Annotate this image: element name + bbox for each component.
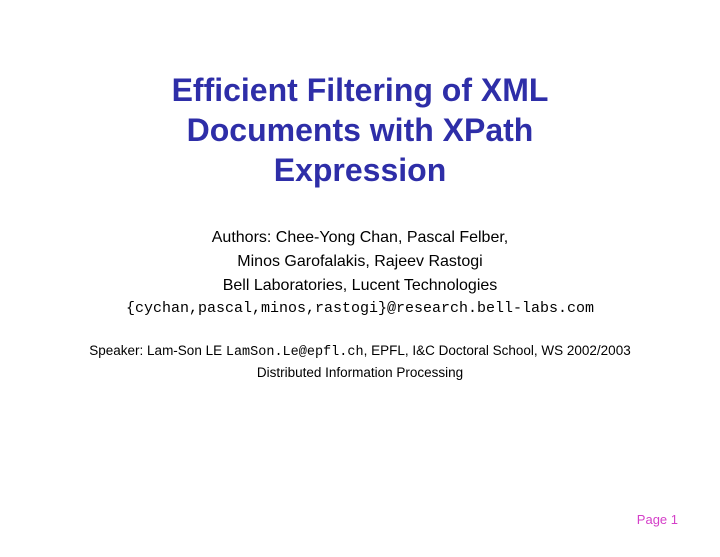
title-line-1: Efficient Filtering of XML — [50, 70, 670, 110]
slide-title: Efficient Filtering of XML Documents wit… — [50, 70, 670, 190]
speaker-prefix: Speaker: Lam-Son LE — [89, 343, 226, 358]
authors-block: Authors: Chee-Yong Chan, Pascal Felber, … — [50, 226, 670, 321]
page-number: Page 1 — [637, 512, 678, 527]
speaker-suffix: , EPFL, I&C Doctoral School, WS 2002/200… — [364, 343, 631, 358]
authors-emails: {cychan,pascal,minos,rastogi}@research.b… — [50, 298, 670, 321]
speaker-email: LamSon.Le@epfl.ch — [226, 345, 364, 360]
speaker-block: Speaker: Lam-Son LE LamSon.Le@epfl.ch, E… — [50, 341, 670, 384]
speaker-line-1: Speaker: Lam-Son LE LamSon.Le@epfl.ch, E… — [50, 341, 670, 363]
authors-affiliation: Bell Laboratories, Lucent Technologies — [50, 274, 670, 298]
title-line-3: Expression — [50, 150, 670, 190]
slide: Efficient Filtering of XML Documents wit… — [0, 0, 720, 557]
authors-line-2: Minos Garofalakis, Rajeev Rastogi — [50, 250, 670, 274]
title-line-2: Documents with XPath — [50, 110, 670, 150]
speaker-line-2: Distributed Information Processing — [50, 363, 670, 383]
authors-line-1: Authors: Chee-Yong Chan, Pascal Felber, — [50, 226, 670, 250]
